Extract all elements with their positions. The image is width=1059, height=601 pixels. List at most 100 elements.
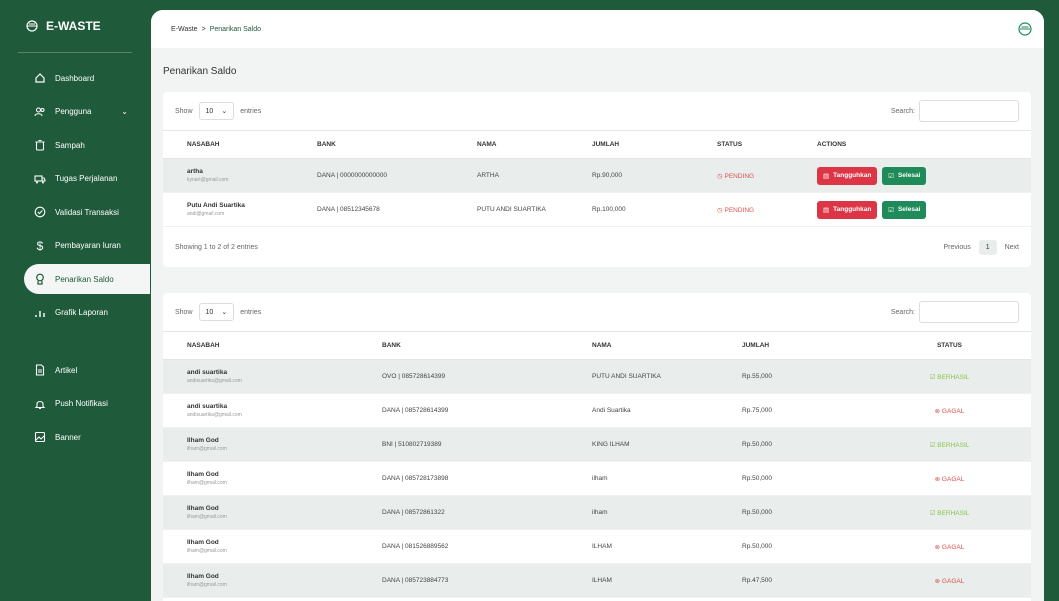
selesai-button[interactable]: ☑ Selesai	[882, 166, 927, 185]
status-badge: ☑ BERHASIL	[868, 359, 1031, 394]
pending-table: NASABAH BANK NAMA JUMLAH STATUS ACTIONS …	[163, 130, 1031, 227]
sidebar-item-push-notifikasi[interactable]: Push Notifikasi	[0, 389, 150, 419]
status-text: GAGAL	[941, 543, 965, 551]
sidebar-item-grafik-laporan[interactable]: Grafik Laporan	[0, 298, 150, 328]
previous-button[interactable]: Previous	[943, 244, 970, 251]
status-badge: ☑ BERHASIL	[868, 495, 1031, 530]
nama-cell: ILHAM	[568, 563, 718, 598]
sidebar-item-label: Artikel	[55, 365, 78, 375]
tangguhkan-button[interactable]: ▤ Tangguhkan	[817, 166, 878, 185]
table-controls: Show 10 ⌄ entries Search:	[163, 92, 1031, 130]
status-badge: ⊗ GAGAL	[868, 529, 1031, 564]
next-button[interactable]: Next	[1005, 244, 1019, 251]
trash-icon	[34, 139, 46, 151]
sidebar-item-label: Dashboard	[55, 73, 95, 83]
withdraw-icon	[34, 273, 46, 285]
col-header[interactable]: STATUS	[868, 331, 1031, 360]
table-row: artha kynart@gmail.com DANA | 00000000000…	[163, 158, 1031, 193]
brand[interactable]: E-WASTE	[0, 8, 150, 44]
search-wrap: Search:	[891, 301, 1019, 323]
nasabah-email: ilham@gmail.com	[187, 582, 227, 588]
col-header[interactable]: STATUS	[693, 130, 793, 159]
chevron-down-icon: ⌄	[221, 108, 228, 115]
entries-select[interactable]: 10 ⌄	[198, 303, 235, 321]
nasabah-name: artha	[187, 168, 203, 175]
status-text: GAGAL	[941, 407, 965, 415]
x-circle-icon: ⊗	[934, 407, 942, 415]
jumlah-cell: Rp.100,000	[568, 192, 693, 227]
status-text: BERHASIL	[937, 441, 970, 449]
breadcrumb-separator: >	[201, 25, 206, 33]
col-header[interactable]: JUMLAH	[718, 331, 868, 360]
jumlah-cell: Rp.50,000	[718, 495, 868, 530]
bank-cell: DANA | 081526889562	[358, 529, 568, 564]
sidebar-item-label: Grafik Laporan	[55, 308, 108, 317]
status-badge: ⊗ GAGAL	[868, 563, 1031, 598]
chevron-down-icon[interactable]: ⌄	[121, 107, 128, 116]
user-avatar-icon[interactable]	[1018, 22, 1032, 36]
sidebar-item-artikel[interactable]: Artikel	[0, 355, 150, 385]
sidebar-item-sampah[interactable]: Sampah	[0, 130, 150, 160]
image-icon	[34, 431, 46, 443]
sidebar-item-label: Tugas Perjalanan	[55, 174, 118, 183]
jumlah-cell: Rp.50,000	[718, 529, 868, 564]
col-header[interactable]: BANK	[293, 130, 453, 159]
pagination: Previous 1 Next	[943, 239, 1019, 255]
col-header: ACTIONS	[793, 130, 1031, 159]
nama-cell: ilham	[568, 461, 718, 496]
search-input[interactable]	[919, 301, 1019, 323]
nasabah-name: Putu Andi Suartika	[187, 202, 245, 209]
col-header[interactable]: NASABAH	[163, 130, 293, 159]
nasabah-email: ilham@gmail.com	[187, 446, 227, 452]
breadcrumb-current: Penarikan Saldo	[209, 25, 262, 33]
logo-icon	[26, 20, 38, 32]
sidebar-item-penarikan-saldo[interactable]: Penarikan Saldo	[24, 264, 150, 294]
dollar-icon: $	[36, 238, 44, 253]
main-panel: E-Waste > Penarikan Saldo Penarikan Sald…	[151, 10, 1044, 601]
status-text: BERHASIL	[937, 509, 970, 517]
button-label: Tangguhkan	[833, 172, 872, 179]
search-wrap: Search:	[891, 100, 1019, 122]
page-title: Penarikan Saldo	[163, 66, 237, 77]
sidebar-item-dashboard[interactable]: Dashboard	[0, 63, 150, 93]
nama-cell: ARTHA	[453, 158, 568, 193]
bank-cell: DANA | 0000000000000	[293, 158, 453, 193]
table-row: Ilham God ilham@gmail.com DANA | 085728613…	[163, 495, 1031, 530]
status-badge: ◷ PENDING	[693, 192, 793, 227]
sidebar-item-validasi-transaksi[interactable]: Validasi Transaksi	[0, 197, 150, 227]
jumlah-cell: Rp.50,000	[718, 461, 868, 496]
selesai-button[interactable]: ☑ Selesai	[882, 200, 927, 219]
search-label: Search:	[890, 107, 915, 115]
table-row: andi suartika andisuartika@gmail.com OVO |…	[163, 359, 1031, 394]
sidebar-item-banner[interactable]: Banner	[0, 422, 150, 452]
col-header[interactable]: JUMLAH	[568, 130, 693, 159]
button-label: Selesai	[897, 172, 921, 179]
sidebar-item-pembayaran-iuran[interactable]: $ Pembayaran Iuran	[0, 231, 150, 261]
status-badge: ◷ PENDING	[693, 158, 793, 193]
sidebar-item-label: Push Notifikasi	[55, 399, 108, 408]
col-header[interactable]: NAMA	[453, 130, 568, 159]
entries-select[interactable]: 10 ⌄	[198, 102, 235, 120]
home-icon	[34, 72, 46, 84]
col-header[interactable]: NASABAH	[163, 331, 358, 360]
col-header[interactable]: BANK	[358, 331, 568, 360]
bell-icon	[34, 398, 46, 410]
nasabah-name: Ilham God	[187, 471, 219, 478]
button-label: Tangguhkan	[833, 206, 872, 213]
nama-cell: ILHAM	[568, 529, 718, 564]
sidebar-item-pengguna[interactable]: Pengguna ⌄	[0, 97, 150, 127]
entries-label: entries	[240, 308, 262, 316]
button-label: Selesai	[897, 206, 921, 213]
nama-cell: PUTU ANDI SUARTIKA	[453, 192, 568, 227]
page-button[interactable]: 1	[978, 239, 997, 255]
breadcrumb-root[interactable]: E-Waste	[171, 26, 198, 33]
nasabah-name: Ilham God	[187, 437, 219, 444]
jumlah-cell: Rp.47,500	[718, 563, 868, 598]
sidebar-item-tugas-perjalanan[interactable]: Tugas Perjalanan	[0, 164, 150, 194]
col-header[interactable]: NAMA	[568, 331, 718, 360]
status-text: PENDING	[724, 206, 755, 214]
tangguhkan-button[interactable]: ▤ Tangguhkan	[817, 200, 878, 219]
document-icon	[34, 364, 46, 376]
search-input[interactable]	[919, 100, 1019, 122]
nasabah-name: andi suartika	[187, 369, 228, 376]
